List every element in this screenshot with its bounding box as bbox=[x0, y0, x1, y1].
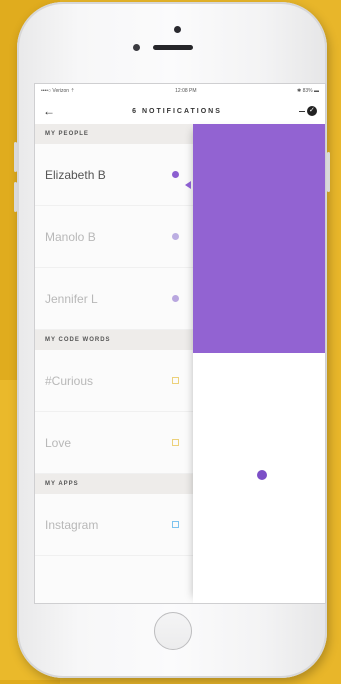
color-square-icon bbox=[172, 439, 179, 446]
notification-settings-panel: MY PEOPLE Elizabeth B Manolo B Jennifer … bbox=[35, 124, 193, 603]
front-camera bbox=[174, 26, 181, 33]
section-header-people: MY PEOPLE bbox=[35, 124, 193, 144]
done-dash bbox=[298, 110, 305, 112]
section-header-code-words: MY CODE WORDS bbox=[35, 330, 193, 350]
volume-button bbox=[14, 182, 17, 212]
list-item-code-word[interactable]: Love bbox=[35, 412, 193, 474]
person-name: Manolo B bbox=[45, 229, 96, 244]
color-dot-icon bbox=[172, 295, 179, 302]
selection-arrow-icon bbox=[185, 181, 191, 189]
nav-bar: ← 6 NOTIFICATIONS ✓ bbox=[35, 98, 325, 125]
list-item-code-word[interactable]: #Curious bbox=[35, 350, 193, 412]
person-name: Elizabeth B bbox=[45, 167, 106, 182]
status-bar: ••••○ Verizon ⇡ 12:08 PM ✱ 83% ▬ bbox=[35, 84, 325, 98]
code-word-label: #Curious bbox=[45, 373, 94, 388]
color-square-icon bbox=[172, 521, 179, 528]
color-dot-icon bbox=[172, 171, 179, 178]
color-square-icon bbox=[172, 377, 179, 384]
back-arrow-icon[interactable]: ← bbox=[43, 104, 55, 118]
section-header-apps: MY APPS bbox=[35, 474, 193, 494]
proximity-sensor bbox=[133, 44, 140, 51]
checkmark-icon: ✓ bbox=[306, 106, 317, 116]
person-name: Jennifer L bbox=[45, 291, 98, 306]
time-text: 12:08 PM bbox=[175, 88, 197, 94]
power-button bbox=[327, 152, 330, 192]
volume-button bbox=[14, 142, 17, 172]
carrier-text: ••••○ Verizon ⇡ bbox=[41, 88, 75, 94]
app-name: Instagram bbox=[45, 517, 99, 532]
list-item-person[interactable]: Elizabeth B bbox=[35, 144, 193, 206]
page-title: 6 NOTIFICATIONS bbox=[132, 107, 222, 115]
preview-dot-icon bbox=[257, 470, 267, 480]
color-preview-panel bbox=[193, 124, 325, 603]
battery-text: ✱ 83% ▬ bbox=[297, 88, 319, 94]
phone-screen: ••••○ Verizon ⇡ 12:08 PM ✱ 83% ▬ ← 6 NOT… bbox=[34, 83, 326, 604]
code-word-label: Love bbox=[45, 435, 72, 450]
color-dot-icon bbox=[172, 233, 179, 240]
list-item-person[interactable]: Manolo B bbox=[35, 206, 193, 268]
list-item-person[interactable]: Jennifer L bbox=[35, 268, 193, 330]
earpiece-speaker bbox=[153, 45, 193, 50]
list-item-app[interactable]: Instagram bbox=[35, 494, 193, 556]
home-button[interactable] bbox=[154, 612, 192, 650]
color-swatch bbox=[193, 124, 325, 353]
done-button[interactable]: ✓ bbox=[298, 106, 317, 116]
